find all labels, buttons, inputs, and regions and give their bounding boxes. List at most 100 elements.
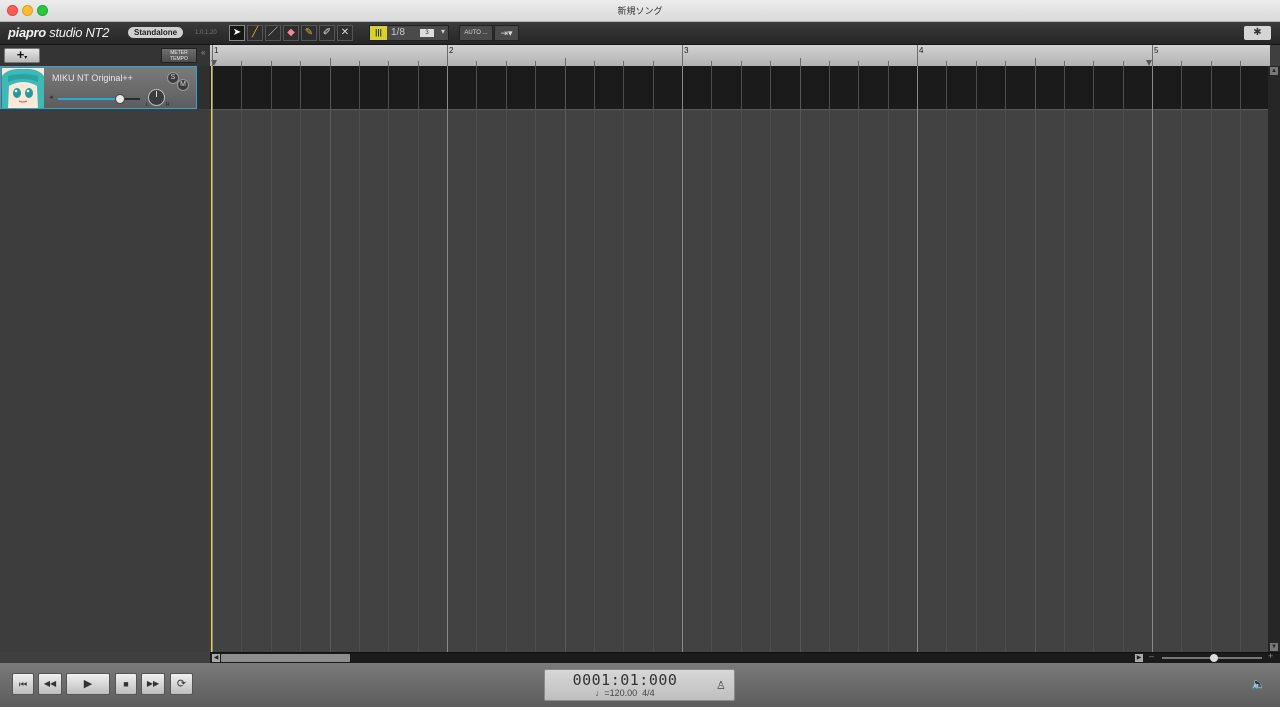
grid-line (505, 66, 507, 652)
pencil-tool-button[interactable]: ╱ (247, 25, 263, 41)
vertical-scrollbar[interactable]: ▲ ▼ (1268, 66, 1280, 652)
volume-fill (58, 98, 120, 100)
grid-line (476, 66, 478, 652)
track-list-empty-area[interactable] (0, 110, 210, 652)
arrangement-grid[interactable] (210, 66, 1268, 652)
grid-line (1034, 66, 1036, 652)
select-mode-dropdown[interactable]: ⇥▾ (494, 25, 519, 41)
transport-bar: ⏮ ◀◀ ▶ ■ ▶▶ ⟳ 0001:01:000 ♩=120.00 4/4 ♙… (0, 663, 1280, 707)
track-control-miku[interactable]: MIKU NT Original++ S M ◄ L R (0, 66, 197, 109)
pen-tool-button[interactable]: ✐ (319, 25, 335, 41)
skip-back-icon: ⏮ (18, 679, 28, 689)
meter-tempo-button[interactable]: METER TEMPO (161, 48, 197, 63)
grid-line (417, 66, 419, 652)
add-track-button[interactable]: +▾ (4, 48, 40, 63)
grid-line (270, 66, 272, 652)
play-icon: ▶ (83, 678, 93, 690)
chevron-down-icon: ▾ (24, 55, 28, 61)
grid-line (1093, 66, 1095, 652)
zoom-in-icon[interactable]: + (1268, 651, 1273, 661)
track-name: MIKU NT Original++ (52, 73, 133, 83)
arrow-cursor-icon: ➤ (232, 27, 242, 38)
zoom-out-icon[interactable]: – (1149, 651, 1154, 661)
fast-forward-icon: ▶▶ (146, 679, 160, 688)
measure-tick (682, 45, 683, 66)
grid-line (447, 66, 448, 652)
quantize-selector[interactable]: ||| 1/8 3 ▾ (369, 25, 449, 41)
play-button[interactable]: ▶ (66, 673, 110, 695)
eraser-tool-button[interactable]: ◆ (283, 25, 299, 41)
timeline-ruler[interactable]: 1 2 3 4 5 (210, 45, 1270, 67)
grid-line (711, 66, 713, 652)
delete-tool-button[interactable]: ✕ (337, 25, 353, 41)
grid-line (1210, 66, 1212, 652)
gear-icon: ✱ (1253, 27, 1262, 38)
settings-button[interactable]: ✱ (1244, 26, 1271, 40)
beat-tick (564, 58, 566, 66)
measure-number: 4 (919, 46, 924, 55)
line-tool-button[interactable]: ／ (265, 25, 281, 41)
auto-button[interactable]: AUTO ... (459, 25, 493, 41)
scroll-up-arrow-icon[interactable]: ▲ (1270, 67, 1278, 75)
mute-button[interactable]: M (177, 79, 189, 91)
quantize-value: 1/8 (391, 27, 405, 38)
grid-line (564, 66, 566, 652)
metronome-icon[interactable]: ♙ (716, 679, 726, 692)
x-icon: ✕ (340, 27, 350, 38)
playhead-cursor[interactable] (211, 66, 212, 652)
measure-tick (1152, 45, 1153, 66)
tempo-value: ♩=120.00 (595, 688, 638, 698)
grid-line (358, 66, 360, 652)
track-divider (197, 66, 210, 109)
grid-line (593, 66, 595, 652)
zoom-slider-thumb[interactable] (1210, 654, 1218, 662)
grid-line (887, 66, 889, 652)
main-toolbar: piapro studio NT2 Standalone 1.0.1.20 ➤ … (0, 22, 1280, 45)
tempo-signature-readout[interactable]: ♩=120.00 4/4 (545, 688, 705, 698)
volume-slider-thumb[interactable] (114, 94, 125, 104)
scroll-right-arrow-icon[interactable]: ▶ (1135, 654, 1143, 662)
grid-line (1122, 66, 1124, 652)
grid-line (388, 66, 390, 652)
brush-tool-button[interactable]: ✎ (301, 25, 317, 41)
grid-line (1005, 66, 1007, 652)
stop-icon: ■ (123, 679, 129, 689)
time-signature: 4/4 (642, 688, 655, 698)
go-to-start-button[interactable]: ⏮ (12, 673, 34, 695)
stop-button[interactable]: ■ (115, 673, 137, 695)
collapse-panel-icon[interactable]: « (201, 48, 205, 57)
pan-right-label: R (166, 102, 170, 108)
singer-avatar[interactable] (2, 68, 44, 108)
triplet-mode: 3 (420, 29, 434, 37)
select-tool-button[interactable]: ➤ (229, 25, 245, 41)
grid-line (1152, 66, 1153, 652)
grid-icon: ||| (370, 26, 387, 40)
volume-slider[interactable] (58, 94, 140, 104)
measure-tick (917, 45, 918, 66)
grid-line (770, 66, 772, 652)
track-lane-miku[interactable] (210, 66, 1268, 110)
loop-button[interactable]: ⟳ (170, 673, 193, 695)
measure-tick (447, 45, 448, 66)
grid-line (1181, 66, 1183, 652)
pan-knob[interactable] (148, 89, 165, 106)
position-display[interactable]: 0001:01:000 ♩=120.00 4/4 ♙ (544, 669, 735, 701)
horizontal-scroll-thumb[interactable] (221, 654, 350, 662)
grid-line (1063, 66, 1065, 652)
pan-left-label: L (146, 102, 149, 108)
speaker-icon[interactable]: 🔈 (1251, 677, 1266, 691)
tempo-label: TEMPO (170, 56, 188, 62)
grid-line (1240, 66, 1242, 652)
grid-line (975, 66, 977, 652)
chevron-down-icon: ▾ (440, 27, 445, 36)
measure-number: 5 (1154, 46, 1159, 55)
grid-line (828, 66, 830, 652)
grid-line (241, 66, 243, 652)
scroll-left-arrow-icon[interactable]: ◀ (212, 654, 220, 662)
grid-line (946, 66, 948, 652)
brush-icon: ✎ (304, 27, 314, 38)
beat-tick (799, 58, 801, 66)
scroll-down-arrow-icon[interactable]: ▼ (1270, 643, 1278, 651)
rewind-button[interactable]: ◀◀ (38, 673, 62, 695)
fast-forward-button[interactable]: ▶▶ (141, 673, 165, 695)
